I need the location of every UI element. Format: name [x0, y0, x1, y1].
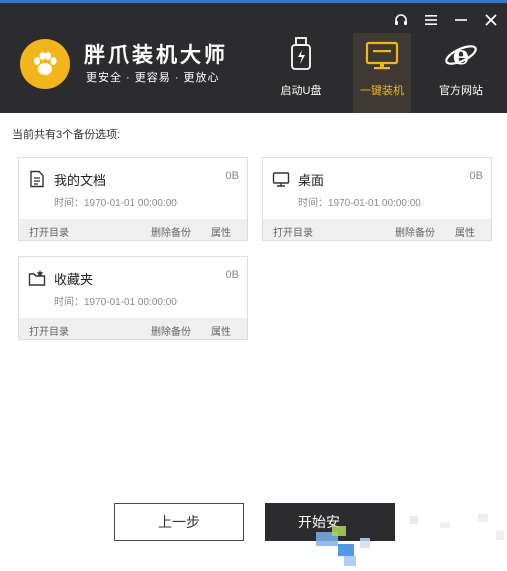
- properties-link[interactable]: 属性: [211, 224, 231, 239]
- backup-card-desktop: 桌面 0B 时间：1970-01-01 00:00:00 打开目录 删除备份 属…: [262, 157, 492, 241]
- paw-logo-icon: [20, 39, 70, 89]
- backup-card-favorites: 收藏夹 0B 时间：1970-01-01 00:00:00 打开目录 删除备份 …: [18, 256, 248, 340]
- favorites-folder-icon: [28, 269, 46, 287]
- app-slogan: 更安全 · 更容易 · 更放心: [86, 72, 220, 84]
- header-bar: 胖爪装机大师 更安全 · 更容易 · 更放心 启动U盘 一键装机 e 官方网站: [0, 3, 507, 113]
- card-action-bar: 打开目录 删除备份 属性: [19, 318, 247, 339]
- monitor-icon: [353, 33, 411, 77]
- card-action-bar: 打开目录 删除备份 属性: [263, 219, 491, 240]
- svg-text:e: e: [453, 41, 470, 71]
- app-title: 胖爪装机大师: [84, 44, 228, 67]
- card-action-bar: 打开目录 删除备份 属性: [19, 219, 247, 240]
- previous-step-button[interactable]: 上一步: [114, 503, 244, 541]
- open-directory-link[interactable]: 打开目录: [273, 224, 313, 239]
- backup-size: 0B: [469, 170, 483, 182]
- backup-time: 时间：1970-01-01 00:00:00: [298, 198, 421, 209]
- properties-link[interactable]: 属性: [211, 323, 231, 338]
- nav-usb-boot[interactable]: 启动U盘: [272, 33, 330, 113]
- nav-label: 官方网站: [439, 85, 483, 97]
- document-icon: [28, 170, 46, 188]
- backup-card-documents: 我的文档 0B 时间：1970-01-01 00:00:00 打开目录 删除备份…: [18, 157, 248, 241]
- properties-link[interactable]: 属性: [455, 224, 475, 239]
- nav-label: 一键装机: [360, 85, 404, 97]
- delete-backup-link[interactable]: 删除备份: [151, 323, 191, 338]
- close-icon[interactable]: [481, 10, 501, 30]
- delete-backup-link[interactable]: 删除备份: [151, 224, 191, 239]
- backup-summary: 当前共有3个备份选项:: [12, 129, 121, 141]
- delete-backup-link[interactable]: 删除备份: [395, 224, 435, 239]
- watermark-logo-icon: [316, 514, 504, 566]
- ie-browser-icon: e: [432, 33, 490, 77]
- backup-time: 时间：1970-01-01 00:00:00: [54, 297, 177, 308]
- minimize-icon[interactable]: [451, 10, 471, 30]
- backup-name: 收藏夹: [54, 272, 94, 287]
- open-directory-link[interactable]: 打开目录: [29, 323, 69, 338]
- nav-one-key-install[interactable]: 一键装机: [353, 33, 411, 113]
- nav-label: 启动U盘: [280, 85, 322, 97]
- backup-time: 时间：1970-01-01 00:00:00: [54, 198, 177, 209]
- backup-name: 桌面: [298, 173, 325, 188]
- menu-icon[interactable]: [421, 10, 441, 30]
- window-controls: [391, 10, 501, 30]
- nav-official-site[interactable]: e 官方网站: [432, 33, 490, 113]
- open-directory-link[interactable]: 打开目录: [29, 224, 69, 239]
- backup-name: 我的文档: [54, 173, 107, 188]
- desktop-icon: [272, 170, 290, 188]
- backup-size: 0B: [225, 170, 239, 182]
- backup-size: 0B: [225, 269, 239, 281]
- usb-drive-icon: [272, 33, 330, 77]
- headset-icon[interactable]: [391, 10, 411, 30]
